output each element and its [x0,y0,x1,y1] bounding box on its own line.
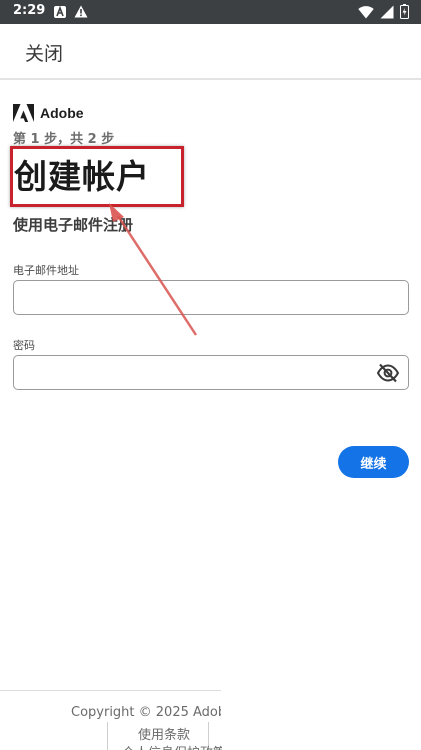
eye-off-icon[interactable] [376,362,400,384]
email-field[interactable] [13,280,409,315]
brand-name: Adobe [40,105,84,121]
adobe-logo-icon [13,104,34,122]
privacy-policy-link[interactable]: 个人信息保护政策 [122,742,222,750]
brand: Adobe [13,104,84,122]
status-time: 2:29 [13,3,46,18]
password-field[interactable] [13,355,409,390]
terms-of-use-link[interactable]: 使用条款 [138,724,190,743]
app-bar: 关闭 [0,24,421,80]
email-label: 电子邮件地址 [13,264,79,277]
page-title: 创建帐户 [14,157,150,196]
continue-button[interactable]: 继续 [338,446,409,478]
signal-icon [380,5,394,18]
footer-divider [0,690,221,691]
step-indicator: 第 1 步，共 2 步 [13,132,115,147]
status-bar: 2:29 [0,0,421,24]
wifi-icon [358,5,374,19]
footer-separator [107,722,108,750]
password-label: 密码 [13,339,35,352]
battery-icon [400,4,409,19]
notification-a-icon [54,5,66,18]
warning-icon [74,5,88,18]
signup-screen: 2:29 关闭 Adobe 第 1 步，共 2 步 创建帐户 使用电子邮件注册 … [0,0,421,750]
copyright-text: Copyright © 2025 Adobe [71,705,221,720]
close-button[interactable]: 关闭 [25,39,63,66]
signup-subtitle: 使用电子邮件注册 [13,216,134,234]
